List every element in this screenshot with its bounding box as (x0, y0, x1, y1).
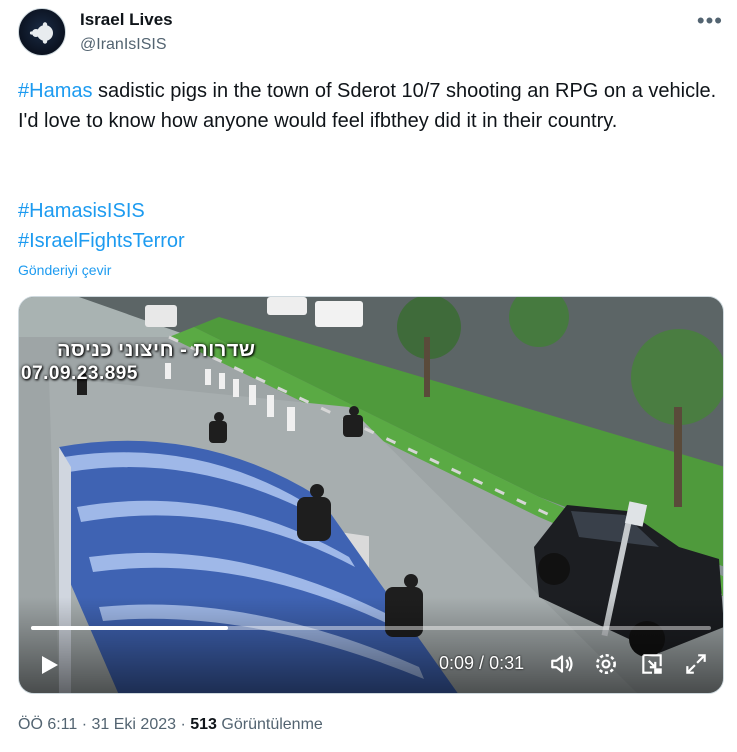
tweet-body: sadistic pigs in the town of Sderot 10/7… (18, 80, 717, 132)
video-progress-fill (31, 626, 229, 630)
post-meta: ÖÖ 6:11 · 31 Eki 2023 · 513 Görüntülenme (18, 716, 323, 734)
author-name[interactable]: Israel Lives (80, 10, 173, 30)
settings-gear-icon[interactable] (593, 651, 619, 677)
video-overlay-caption: שדרות - חיצוני כניסה (57, 339, 256, 361)
fullscreen-icon[interactable] (683, 651, 709, 677)
meta-separator: · (176, 716, 191, 733)
play-icon[interactable] (37, 653, 61, 677)
avatar[interactable] (18, 8, 66, 56)
video-player[interactable]: שדרות - חיצוני כניסה 07.09.23.895 0:09 /… (18, 296, 724, 694)
duration: 0:31 (489, 653, 525, 673)
hashtag-link[interactable]: #IsraelFightsTerror (18, 226, 185, 256)
meta-separator: · (77, 716, 92, 733)
hashtag-link[interactable]: #Hamas (18, 80, 92, 102)
hashtag-list: #HamasisISIS #IsraelFightsTerror (18, 196, 185, 256)
post-date[interactable]: 31 Eki 2023 (92, 716, 177, 733)
video-overlay-timestamp: 07.09.23.895 (21, 363, 138, 384)
time-separator: / (474, 653, 490, 673)
author-handle[interactable]: @IranIsISIS (80, 36, 167, 54)
view-count: 513 (190, 716, 217, 733)
hashtag-link[interactable]: #HamasisISIS (18, 196, 185, 226)
post-time[interactable]: ÖÖ 6:11 (18, 716, 77, 733)
video-progress-bar[interactable] (31, 626, 711, 630)
pip-minimize-icon[interactable] (639, 651, 665, 677)
volume-icon[interactable] (549, 651, 575, 677)
current-time: 0:09 (439, 653, 475, 673)
more-options-icon[interactable]: ••• (697, 8, 723, 34)
translate-post-link[interactable]: Gönderiyi çevir (18, 262, 111, 278)
video-controls: 0:09 / 0:31 (19, 637, 723, 693)
view-count-label: Görüntülenme (216, 716, 323, 733)
mandelbrot-logo-icon (29, 22, 53, 44)
video-time: 0:09 / 0:31 (439, 653, 524, 674)
tweet-text: #Hamas sadistic pigs in the town of Sder… (18, 76, 718, 136)
